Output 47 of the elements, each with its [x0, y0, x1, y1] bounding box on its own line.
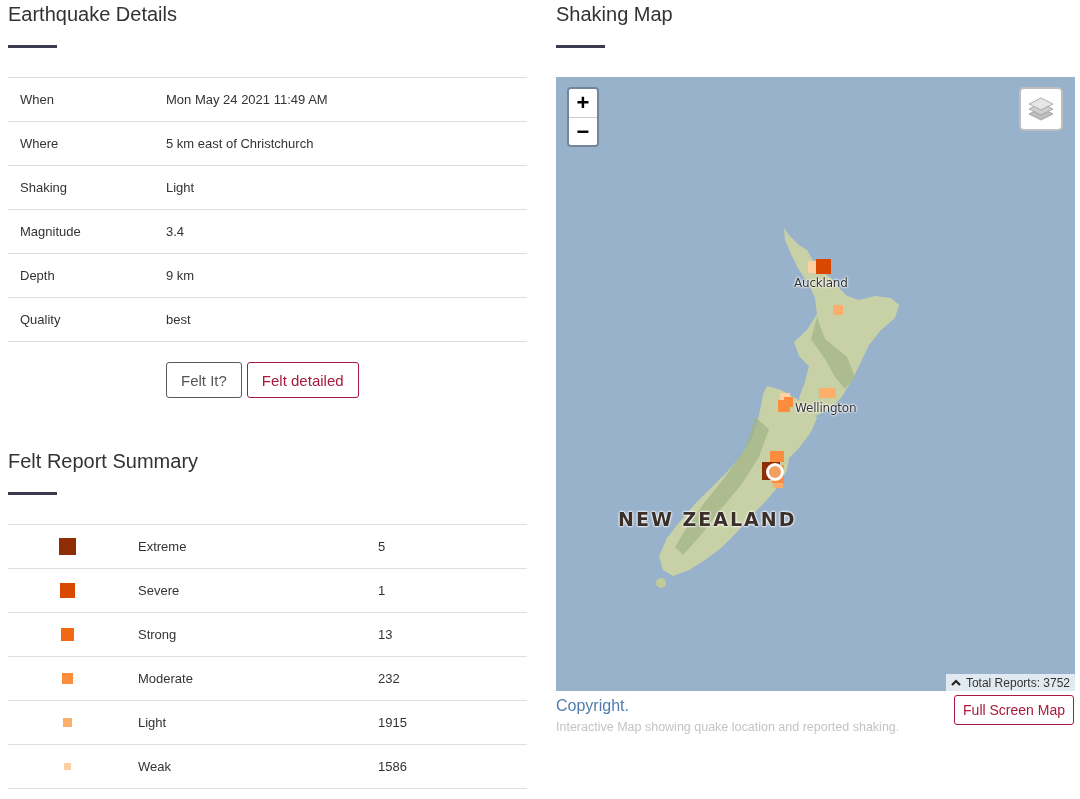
- detail-label: Where: [20, 136, 59, 151]
- total-reports-toggle[interactable]: Total Reports: 3752: [945, 674, 1075, 691]
- report-marker-icon: [816, 259, 831, 274]
- detail-value: 9 km: [166, 268, 195, 283]
- detail-label: Shaking: [20, 180, 67, 195]
- report-marker-icon: [833, 305, 843, 315]
- layers-icon: [1028, 96, 1054, 122]
- detail-label: Magnitude: [20, 224, 81, 239]
- detail-label: Depth: [20, 268, 55, 283]
- report-count: 1586: [378, 759, 407, 774]
- full-screen-map-button[interactable]: Full Screen Map: [954, 695, 1074, 725]
- map-caption: Interactive Map showing quake location and reported shaking.: [556, 719, 900, 735]
- report-count: 5: [378, 539, 386, 554]
- heading-accent-bar: [8, 492, 57, 495]
- intensity-label: Strong: [138, 627, 177, 642]
- section-title: Shaking Map: [556, 2, 673, 27]
- felt-button[interactable]: Felt It?: [166, 362, 242, 398]
- zoom-button[interactable]: +: [569, 89, 597, 117]
- map-place-label: Auckland: [794, 276, 848, 291]
- heading-accent-bar: [8, 45, 57, 48]
- report-count: 232: [378, 671, 400, 686]
- report-count: 1: [378, 583, 386, 598]
- report-marker-icon: [819, 388, 836, 398]
- zoom-button[interactable]: −: [569, 117, 597, 145]
- section-title: Felt Report Summary: [8, 449, 199, 474]
- map-place-label: Wellington: [795, 401, 857, 416]
- report-count: 13: [378, 627, 393, 642]
- heading-accent-bar: [556, 45, 605, 48]
- detail-value: 3.4: [166, 224, 185, 239]
- detail-label: Quality: [20, 312, 61, 327]
- detail-value: Light: [166, 180, 195, 195]
- detail-value: 5 km east of Christchurch: [166, 136, 314, 151]
- caret-up-icon: [950, 679, 961, 686]
- intensity-label: Light: [138, 715, 167, 730]
- intensity-label: Severe: [138, 583, 180, 598]
- layers-button[interactable]: [1019, 87, 1063, 131]
- detail-label: When: [20, 92, 54, 107]
- copyright-link[interactable]: Copyright.: [556, 696, 629, 716]
- section-title: Earthquake Details: [8, 2, 177, 27]
- intensity-label: Weak: [138, 759, 171, 774]
- detail-value: best: [166, 312, 191, 327]
- felt-button[interactable]: Felt detailed: [246, 362, 359, 398]
- report-count: 1915: [378, 715, 407, 730]
- intensity-label: Moderate: [138, 671, 193, 686]
- intensity-label: Extreme: [138, 539, 187, 554]
- map-place-label: NEW ZEALAND: [618, 508, 797, 531]
- detail-value: Mon May 24 2021 11:49 AM: [166, 92, 328, 107]
